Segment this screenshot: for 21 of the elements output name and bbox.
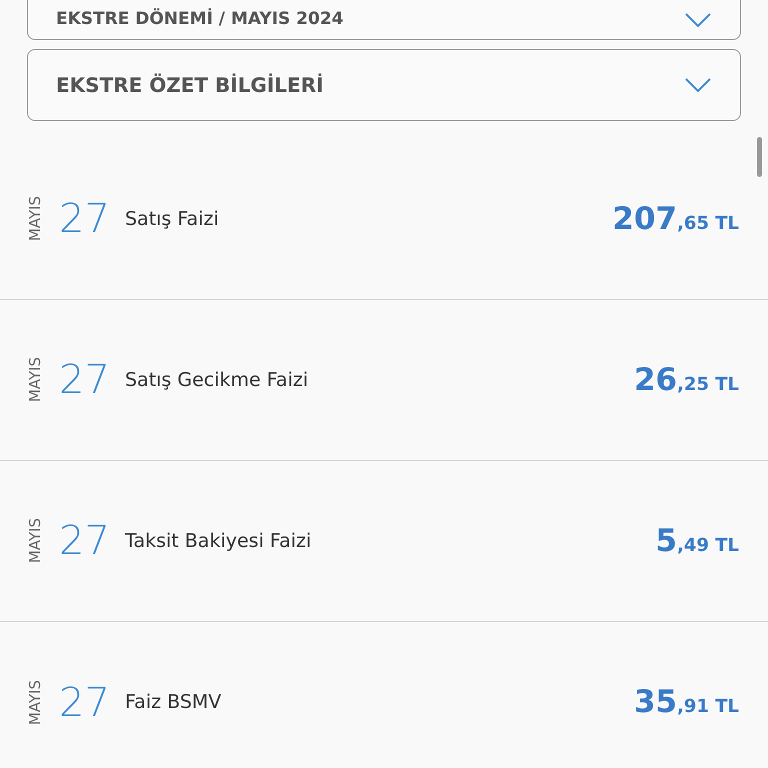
month-label: MAYIS [28,196,43,242]
amount: 207,65 TL [612,200,739,239]
month-label: MAYIS [28,680,43,726]
transaction-description: Satış Faizi [125,206,220,232]
transaction-description: Taksit Bakiyesi Faizi [125,528,312,554]
scrollbar [757,137,762,177]
amount: 5,49 TL [656,522,739,561]
day-number: 27 [59,356,111,405]
day-number: 27 [59,517,111,566]
transaction-description: Satış Gecikme Faizi [125,368,310,393]
month-label: MAYIS [28,357,43,403]
chevron-icon [684,77,712,93]
day-number: 27 [59,678,111,728]
day-number: 27 [59,195,111,244]
transaction-description: Faiz BSMV [125,690,222,716]
dropdown[interactable]: EKSTRE ÖZET BİLGİLERİ [27,49,741,121]
month-label: MAYIS [28,518,43,564]
amount: 35,91 TL [634,683,739,722]
chevron-icon [684,12,712,28]
amount: 26,25 TL [634,360,739,400]
dropdown[interactable]: EKSTRE DÖNEMİ / MAYIS 2024 [27,0,741,40]
